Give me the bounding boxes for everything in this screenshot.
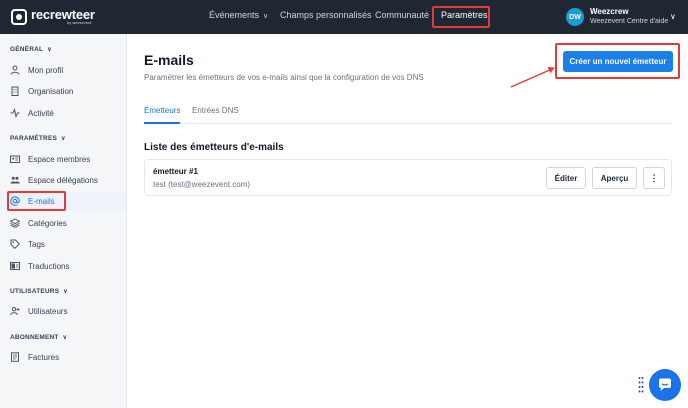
sidebar-heading-general-label: GÉNÉRAL bbox=[10, 46, 44, 53]
sidebar-item-label: Espace délégations bbox=[28, 175, 98, 185]
nav-champs-personnalises[interactable]: Champs personnalisés bbox=[280, 10, 372, 20]
nav-evenements[interactable]: Événements ∨ bbox=[209, 10, 268, 20]
sidebar-item-mon-profil[interactable]: Mon profil bbox=[0, 61, 126, 79]
sidebar-item-traductions[interactable]: Traductions bbox=[0, 257, 126, 275]
sidebar-item-activite[interactable]: Activité bbox=[0, 104, 126, 122]
building-icon bbox=[10, 86, 20, 96]
sidebar-item-label: Catégories bbox=[28, 218, 67, 228]
sidebar-heading-parametres: PARAMÈTRES ∨ bbox=[10, 135, 66, 142]
sidebar-item-espace-membres[interactable]: Espace membres bbox=[0, 150, 126, 168]
app-logo[interactable]: recrewteer by weezevent bbox=[11, 8, 95, 25]
sidebar-item-label: Tags bbox=[28, 239, 45, 249]
sidebar-item-label: Mon profil bbox=[28, 65, 64, 75]
page-title: E-mails bbox=[144, 52, 194, 68]
chevron-down-icon: ∨ bbox=[263, 13, 269, 20]
top-navigation-bar: recrewteer by weezevent Événements ∨ Cham… bbox=[0, 0, 688, 34]
users-icon bbox=[10, 175, 20, 185]
chevron-down-icon[interactable]: ∨ bbox=[61, 136, 66, 142]
sidebar-item-espace-delegations[interactable]: Espace délégations bbox=[0, 171, 126, 189]
sidebar-item-categories[interactable]: Catégories bbox=[0, 214, 126, 232]
sender-name: émetteur #1 bbox=[153, 167, 198, 176]
translate-icon bbox=[10, 261, 20, 271]
page-subtitle: Paramétrer les émetteurs de vos e-mails … bbox=[144, 73, 424, 82]
chat-button[interactable] bbox=[649, 369, 681, 401]
tab-emetteurs[interactable]: Émetteurs bbox=[144, 106, 180, 115]
sidebar-heading-general: GÉNÉRAL ∨ bbox=[10, 46, 52, 53]
highlight-box-parametres bbox=[432, 6, 490, 28]
user-group-icon bbox=[10, 306, 20, 316]
sidebar-item-label: Activité bbox=[28, 108, 54, 118]
activity-icon bbox=[10, 108, 20, 118]
tabs: Émetteurs Entrées DNS bbox=[144, 104, 672, 124]
sender-email: test (test@weezevent.com) bbox=[153, 180, 251, 189]
sidebar-heading-utilisateurs-label: UTILISATEURS bbox=[10, 288, 60, 295]
tab-entrees-dns[interactable]: Entrées DNS bbox=[192, 106, 239, 115]
sidebar-item-label: Traductions bbox=[28, 261, 70, 271]
user-name[interactable]: Weezcrew bbox=[590, 7, 629, 16]
edit-button[interactable]: Éditer bbox=[546, 167, 586, 189]
tag-icon bbox=[10, 239, 20, 249]
invoice-icon bbox=[10, 352, 20, 362]
sidebar-heading-parametres-label: PARAMÈTRES bbox=[10, 135, 58, 142]
highlight-box-create-button bbox=[555, 43, 680, 79]
sidebar-item-label: Factures bbox=[28, 352, 60, 362]
logo-subtitle: by weezevent bbox=[67, 20, 92, 25]
sidebar-heading-abonnement: ABONNEMENT ∨ bbox=[10, 334, 67, 341]
sidebar-item-label: Espace membres bbox=[28, 154, 91, 164]
nav-communaute[interactable]: Communauté bbox=[375, 10, 429, 20]
sidebar-item-utilisateurs[interactable]: Utilisateurs bbox=[0, 302, 126, 320]
sidebar-item-label: Organisation bbox=[28, 86, 74, 96]
list-item: émetteur #1 test (test@weezevent.com) Éd… bbox=[144, 159, 672, 196]
sidebar-heading-abonnement-label: ABONNEMENT bbox=[10, 334, 59, 341]
section-title: Liste des émetteurs d'e-mails bbox=[144, 142, 284, 153]
more-options-button[interactable]: ⋮ bbox=[643, 167, 665, 189]
chevron-down-icon[interactable]: ∨ bbox=[47, 47, 52, 53]
user-icon bbox=[10, 65, 20, 75]
drag-handle-icon[interactable] bbox=[638, 376, 644, 394]
chevron-down-icon[interactable]: ∨ bbox=[63, 335, 68, 341]
id-card-icon bbox=[10, 154, 20, 164]
avatar[interactable]: DW bbox=[566, 8, 584, 26]
chevron-down-icon[interactable]: ∨ bbox=[670, 12, 676, 21]
active-tab-indicator bbox=[144, 122, 180, 124]
sidebar-item-tags[interactable]: Tags bbox=[0, 235, 126, 253]
sidebar-heading-utilisateurs: UTILISATEURS ∨ bbox=[10, 288, 68, 295]
sidebar-item-factures[interactable]: Factures bbox=[0, 348, 126, 366]
annotation-arrow-icon bbox=[510, 67, 555, 88]
highlight-box-emails bbox=[7, 191, 66, 211]
chat-icon bbox=[659, 378, 671, 391]
logo-icon bbox=[11, 8, 27, 25]
sidebar: GÉNÉRAL ∨ Mon profil Organisation Activit… bbox=[0, 34, 127, 408]
sidebar-item-label: Utilisateurs bbox=[28, 306, 68, 316]
layers-icon bbox=[10, 218, 20, 228]
sidebar-item-organisation[interactable]: Organisation bbox=[0, 82, 126, 100]
user-subtitle[interactable]: Weezevent Centre d'aide bbox=[590, 18, 668, 25]
chevron-down-icon[interactable]: ∨ bbox=[63, 289, 68, 295]
preview-button[interactable]: Aperçu bbox=[592, 167, 637, 189]
nav-evenements-label: Événements bbox=[209, 10, 260, 20]
